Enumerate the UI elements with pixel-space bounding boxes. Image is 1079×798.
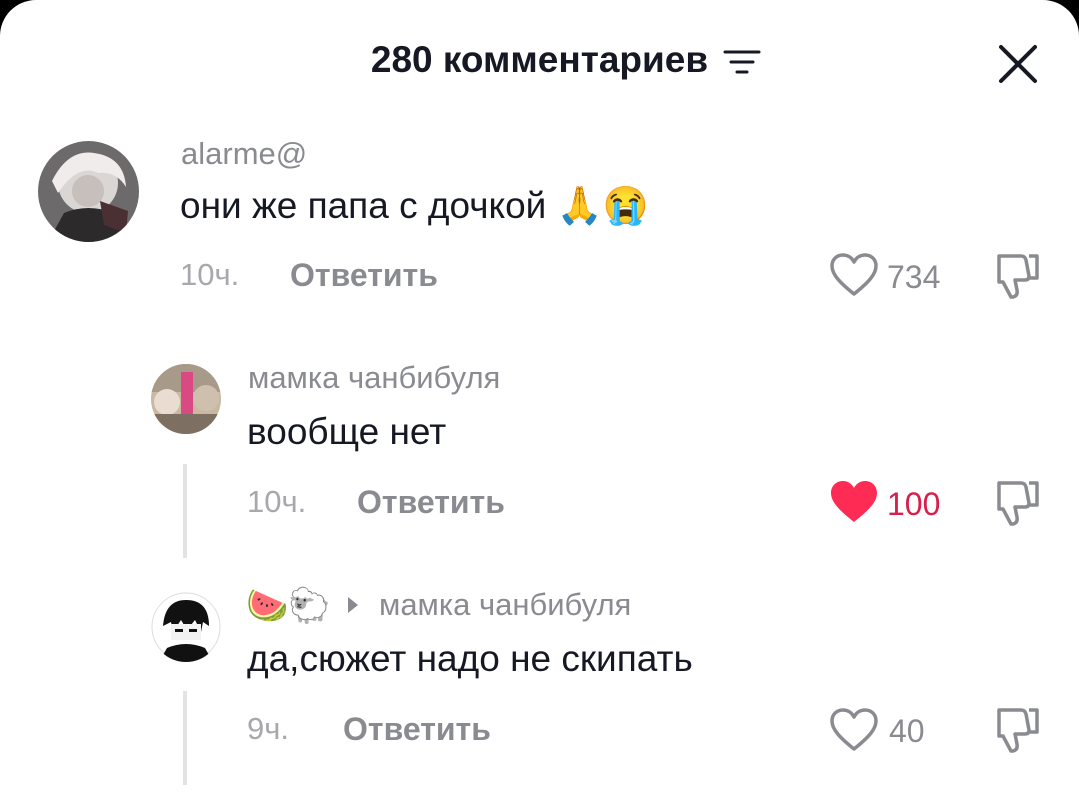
comment-time: 10ч. — [180, 257, 240, 292]
comments-count-title: 280 комментариев — [370, 39, 709, 80]
comment-time: 9ч. — [247, 711, 290, 746]
dislike-icon[interactable] — [991, 704, 1043, 756]
reply-to-username[interactable]: мамка чанбибуля — [379, 585, 631, 625]
reply-arrow-icon — [348, 597, 358, 613]
comment-text: они же папа с дочкой 🙏😭 — [180, 185, 649, 226]
like-count: 734 — [887, 259, 941, 295]
close-button[interactable] — [992, 38, 1044, 90]
sort-filter-icon[interactable] — [722, 47, 762, 77]
avatar[interactable] — [151, 364, 221, 434]
comment-time: 10ч. — [247, 484, 307, 519]
comment-username[interactable]: мамка чанбибуля — [248, 358, 500, 398]
comment-text: да,сюжет надо не скипать — [247, 638, 693, 679]
avatar[interactable] — [38, 141, 139, 242]
comment-emoji: 🙏😭 — [556, 185, 649, 226]
comment-username[interactable]: alarme@ — [181, 134, 307, 174]
like-count: 100 — [887, 486, 941, 522]
like-count: 40 — [889, 713, 925, 749]
heart-outline-icon[interactable] — [829, 252, 879, 298]
dislike-icon[interactable] — [991, 250, 1043, 302]
reply-button[interactable]: Ответить — [290, 255, 438, 295]
reply-button[interactable]: Ответить — [357, 482, 505, 522]
heart-outline-icon[interactable] — [829, 707, 879, 753]
thread-line — [183, 691, 187, 785]
heart-filled-icon[interactable] — [829, 479, 879, 525]
thread-line — [183, 464, 187, 558]
dislike-icon[interactable] — [991, 477, 1043, 529]
avatar[interactable] — [151, 592, 221, 662]
reply-button[interactable]: Ответить — [343, 709, 491, 749]
comment-text: вообще нет — [247, 411, 447, 452]
username-emoji[interactable]: 🍉🐑 — [246, 586, 331, 626]
comments-sheet: 280 комментариев alarme@ они же папа с д… — [0, 0, 1079, 798]
